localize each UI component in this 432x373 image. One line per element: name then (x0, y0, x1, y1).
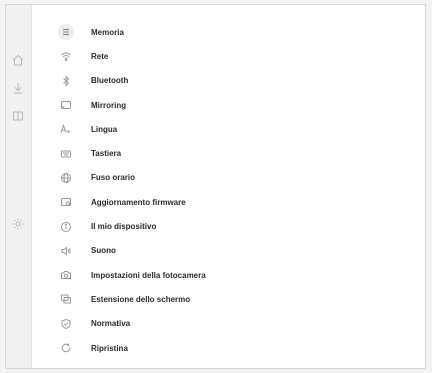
reset-icon (58, 340, 74, 356)
settings-item-lingua[interactable]: Lingua (58, 117, 425, 141)
settings-item-bluetooth[interactable]: Bluetooth (58, 69, 425, 93)
settings-item-ripristina[interactable]: Ripristina (58, 336, 425, 360)
nav-rail (6, 5, 32, 368)
wifi-icon (58, 48, 74, 64)
settings-item-impostazioni-fotocamera[interactable]: Impostazioni della fotocamera (58, 263, 425, 287)
settings-item-label: Ripristina (91, 343, 128, 353)
settings-item-estensione-schermo[interactable]: Estensione dello schermo (58, 287, 425, 311)
globe-icon (58, 170, 74, 186)
settings-window: Memoria Rete Bluetooth Mirroring Lingua … (5, 4, 426, 369)
settings-item-label: Lingua (91, 124, 118, 134)
firmware-update-icon (58, 194, 74, 210)
settings-item-label: Bluetooth (91, 76, 129, 86)
home-icon[interactable] (11, 53, 25, 67)
speaker-icon (58, 243, 74, 259)
storage-icon (58, 24, 74, 41)
settings-item-label: Rete (91, 51, 109, 61)
language-icon (58, 121, 74, 137)
settings-item-label: Estensione dello schermo (91, 294, 191, 304)
settings-item-il-mio-dispositivo[interactable]: Il mio dispositivo (58, 214, 425, 238)
mirroring-icon (58, 97, 74, 113)
bluetooth-icon (58, 73, 74, 89)
settings-item-suono[interactable]: Suono (58, 239, 425, 263)
settings-item-label: Mirroring (91, 100, 127, 110)
library-icon[interactable] (11, 109, 25, 123)
settings-item-tastiera[interactable]: Tastiera (58, 141, 425, 165)
info-icon (58, 219, 74, 235)
keyboard-icon (58, 146, 74, 162)
settings-item-label: Tastiera (91, 149, 122, 159)
settings-item-rete[interactable]: Rete (58, 44, 425, 68)
settings-item-label: Impostazioni della fotocamera (91, 270, 206, 280)
download-icon[interactable] (11, 81, 25, 95)
settings-item-mirroring[interactable]: Mirroring (58, 93, 425, 117)
settings-gear-icon[interactable] (11, 217, 25, 231)
settings-item-label: Memoria (91, 27, 124, 37)
settings-item-label: Il mio dispositivo (91, 222, 157, 232)
settings-item-aggiornamento-firmware[interactable]: Aggiornamento firmware (58, 190, 425, 214)
settings-list: Memoria Rete Bluetooth Mirroring Lingua … (58, 20, 425, 360)
screen-extension-icon (58, 291, 74, 307)
settings-item-label: Normativa (91, 319, 131, 329)
settings-item-normativa[interactable]: Normativa (58, 312, 425, 336)
settings-item-fuso-orario[interactable]: Fuso orario (58, 166, 425, 190)
settings-item-memoria[interactable]: Memoria (58, 20, 425, 44)
settings-item-label: Fuso orario (91, 173, 136, 183)
regulatory-icon (58, 316, 74, 332)
settings-item-label: Aggiornamento firmware (91, 197, 186, 207)
camera-icon (58, 267, 74, 283)
settings-item-label: Suono (91, 246, 116, 256)
